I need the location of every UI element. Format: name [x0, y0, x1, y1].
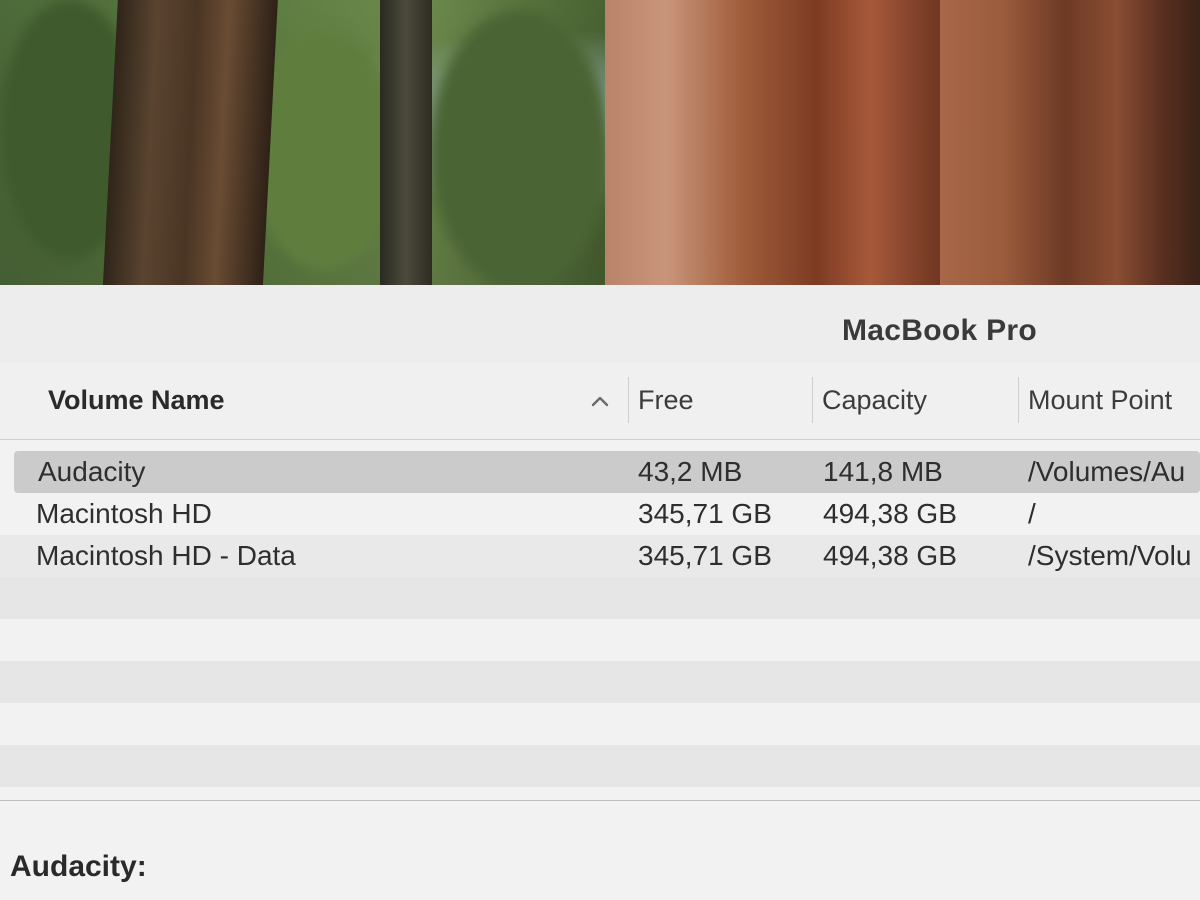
tree-trunk	[102, 0, 278, 300]
window-titlebar[interactable]: MacBook Pro	[0, 285, 1200, 363]
details-title: Audacity:	[10, 850, 147, 883]
cell-mount-point: /Volumes/Au	[1028, 456, 1186, 487]
tree-trunk	[605, 0, 945, 300]
table-header: Volume Name Free Capacity Mount Point	[0, 363, 1200, 440]
column-header-capacity[interactable]: Capacity	[822, 385, 927, 416]
cell-volume-name: Audacity	[38, 456, 146, 487]
screen: MacBook Pro Volume Name Free Capacity Mo…	[0, 0, 1200, 900]
cell-free: 345,71 GB	[638, 498, 772, 529]
chevron-up-icon[interactable]	[588, 391, 612, 411]
column-separator[interactable]	[628, 377, 629, 423]
tree-trunk	[940, 0, 1200, 300]
table-body: Audacity 43,2 MB 141,8 MB /Volumes/Au Ma…	[0, 451, 1200, 577]
column-separator[interactable]	[812, 377, 813, 423]
column-header-free[interactable]: Free	[638, 385, 694, 416]
volumes-table: Volume Name Free Capacity Mount Point Au…	[0, 363, 1200, 793]
table-row[interactable]: Audacity 43,2 MB 141,8 MB /Volumes/Au	[14, 451, 1200, 493]
cell-free: 43,2 MB	[638, 456, 743, 487]
column-header-mount-point[interactable]: Mount Point	[1028, 385, 1172, 416]
system-information-window: MacBook Pro Volume Name Free Capacity Mo…	[0, 285, 1200, 900]
cell-capacity: 494,38 GB	[823, 540, 957, 571]
empty-row-stripe	[0, 745, 1200, 787]
cell-mount-point: /	[1028, 498, 1036, 529]
split-view-divider[interactable]	[0, 800, 1200, 801]
cell-capacity: 141,8 MB	[823, 456, 943, 487]
column-separator[interactable]	[1018, 377, 1019, 423]
table-row[interactable]: Macintosh HD 345,71 GB 494,38 GB /	[0, 493, 1200, 535]
window-title: MacBook Pro	[842, 314, 1038, 347]
table-row[interactable]: Macintosh HD - Data 345,71 GB 494,38 GB …	[0, 535, 1200, 577]
cell-free: 345,71 GB	[638, 540, 772, 571]
tree-trunk	[380, 0, 432, 300]
cell-capacity: 494,38 GB	[823, 498, 957, 529]
empty-row-stripe	[0, 577, 1200, 619]
cell-volume-name: Macintosh HD - Data	[36, 540, 296, 571]
cell-volume-name: Macintosh HD	[36, 498, 212, 529]
desktop-wallpaper	[0, 0, 1200, 300]
column-header-volume-name[interactable]: Volume Name	[48, 385, 225, 416]
empty-row-stripe	[0, 661, 1200, 703]
cell-mount-point: /System/Volu	[1028, 540, 1192, 571]
